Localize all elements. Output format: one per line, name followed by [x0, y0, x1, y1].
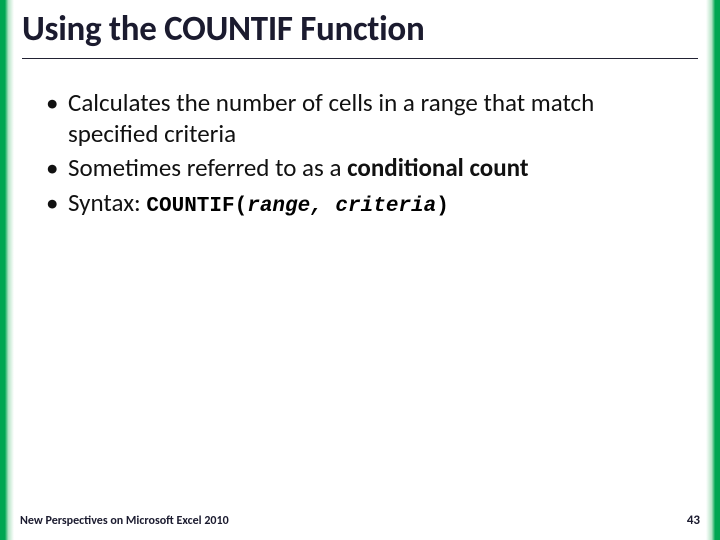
- decorative-border-right: [706, 0, 720, 540]
- page-number: 43: [687, 513, 700, 528]
- bullet-text: Calculates the number of cells in a rang…: [68, 87, 594, 149]
- title-underline: [22, 58, 698, 59]
- bullet-item-3: Syntax: COUNTIF(range, criteria): [40, 188, 684, 220]
- body-content: Calculates the number of cells in a rang…: [40, 88, 684, 223]
- bullet-list: Calculates the number of cells in a rang…: [40, 88, 684, 219]
- footer-source: New Perspectives on Microsoft Excel 2010: [20, 514, 229, 528]
- syntax-func-open: COUNTIF(: [146, 195, 247, 218]
- slide: Using the COUNTIF Function Calculates th…: [0, 0, 720, 540]
- title-block: Using the COUNTIF Function: [22, 8, 698, 59]
- bullet-text-pre: Sometimes referred to as a: [68, 152, 347, 183]
- syntax-func-close: ): [436, 195, 449, 218]
- bullet-text-bold: conditional count: [347, 152, 528, 183]
- slide-title: Using the COUNTIF Function: [22, 8, 698, 56]
- syntax-label: Syntax:: [68, 187, 146, 218]
- syntax-args: range, criteria: [247, 195, 436, 218]
- bullet-item-1: Calculates the number of cells in a rang…: [40, 88, 684, 149]
- decorative-border-left: [0, 0, 14, 540]
- bullet-item-2: Sometimes referred to as a conditional c…: [40, 153, 684, 184]
